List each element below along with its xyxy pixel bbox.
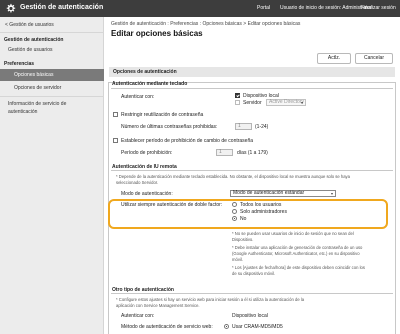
web-service-auth-method-label: Método de autenticación de servicio web: <box>121 324 213 330</box>
two-factor-no-radio[interactable] <box>232 216 237 221</box>
portal-link[interactable]: Portal <box>257 5 270 11</box>
recent-passwords-range: (1-24) <box>255 124 269 130</box>
two-factor-note-2: Dispositivo. <box>232 237 254 242</box>
logout-link[interactable]: Finalizar sesión <box>361 5 396 11</box>
sidebar-item-user-management[interactable]: Gestión de usuarios <box>8 47 52 53</box>
server-label: Servidor <box>243 100 262 106</box>
divider <box>111 88 393 89</box>
local-device-checkbox[interactable] <box>235 93 240 98</box>
chevron-down-icon <box>301 102 303 104</box>
app-title: Gestión de autenticación <box>20 4 104 11</box>
login-user-label: Usuario de inicio de sesión: Administrat… <box>280 5 372 11</box>
keyboard-auth-heading: Autenticación mediante teclado <box>112 81 188 87</box>
divider <box>111 170 393 171</box>
sidebar-item-basic-options[interactable]: Opciones básicas <box>0 69 104 81</box>
two-factor-note-6: * Los [Ajustes de fecha/hora] de este di… <box>232 265 365 270</box>
cram-md5-label: Usar CRAM-MD5/MD5 <box>232 324 283 330</box>
two-factor-note-3: * Debe instalar una aplicación de genera… <box>232 245 363 250</box>
sidebar-item-server-options[interactable]: Opciones de servidor <box>14 85 61 91</box>
chevron-down-icon <box>331 193 333 195</box>
two-factor-no-label: No <box>240 216 247 222</box>
sidebar: < Gestión de usuarios Gestión de autenti… <box>0 17 104 334</box>
page-title: Editar opciones básicas <box>111 29 203 38</box>
breadcrumb: Gestión de autenticación : Preferencias … <box>111 21 301 27</box>
keyboard-auth-with-label: Autenticar con: <box>121 94 155 100</box>
cram-md5-radio[interactable] <box>224 324 229 329</box>
top-bar: Gestión de autenticación Portal Usuario … <box>0 0 400 17</box>
two-factor-note-1: * No se pueden usar usuarios de inicio d… <box>232 231 354 236</box>
prohibit-period-range: días (1 a 179) <box>237 150 268 156</box>
server-type-value: Active Directory <box>269 99 305 105</box>
sidebar-divider <box>0 96 104 97</box>
two-factor-all-users-radio[interactable] <box>232 202 237 207</box>
auth-options-heading: Opciones de autenticación <box>109 67 395 77</box>
recent-passwords-input[interactable]: 1 <box>235 123 252 130</box>
auth-mode-value: Modo de autenticación estándar <box>233 190 305 196</box>
auth-mode-select[interactable]: Modo de autenticación estándar <box>230 190 336 197</box>
back-to-user-management-link[interactable]: < Gestión de usuarios <box>5 22 54 28</box>
sidebar-section-preferences: Preferencias <box>4 61 35 67</box>
auth-mode-label: Modo de autenticación: <box>121 191 173 197</box>
sidebar-item-auth-service-info-line2: autenticación <box>8 109 38 115</box>
divider <box>111 293 393 294</box>
other-auth-note-1: * Configure estos ajustes si hay un serv… <box>116 297 305 302</box>
two-factor-admins-only-label: Solo administradores <box>240 209 287 215</box>
two-factor-note-4: (Google Authenticator, Microsoft Authent… <box>232 251 360 256</box>
sidebar-divider <box>0 32 104 33</box>
remote-ui-note-2: seleccionado Servidor. <box>116 180 159 185</box>
two-factor-note-7: de su dispositivo móvil. <box>232 271 276 276</box>
server-type-select[interactable]: Active Directory <box>266 99 306 106</box>
remote-ui-note-1: * Depende de la autenticación mediante t… <box>116 174 350 179</box>
two-factor-all-users-label: Todos los usuarios <box>240 202 282 208</box>
restrict-reuse-checkbox[interactable] <box>113 112 118 117</box>
two-factor-label: Utilizar siempre autenticación de doble … <box>121 202 223 208</box>
sidebar-item-basic-options-label: Opciones básicas <box>14 72 54 78</box>
prohibit-period-label: Establecer período de prohibición de cam… <box>121 138 254 144</box>
prohibit-period-input[interactable]: 1 <box>216 149 233 156</box>
recent-passwords-label: Número de últimas contraseñas prohibidas… <box>121 124 218 130</box>
cancel-button[interactable]: Cancelar <box>355 53 393 64</box>
other-auth-with-label: Autenticar con: <box>121 313 155 319</box>
prohibit-period-days-label: Período de prohibición: <box>121 150 173 156</box>
gear-icon <box>6 3 16 13</box>
other-auth-note-2: aplicación con Service Management Servic… <box>116 303 200 308</box>
server-checkbox[interactable] <box>235 100 240 105</box>
sidebar-item-auth-service-info-line1: Información de servicio de <box>8 101 67 107</box>
update-button[interactable]: Actlz. <box>317 53 351 64</box>
restrict-reuse-label: Restringir reutilización de contraseña <box>121 112 204 118</box>
sidebar-section-auth-management: Gestión de autenticación <box>4 37 64 43</box>
two-factor-note-5: móvil. <box>232 257 243 262</box>
other-auth-with-value: Dispositivo local <box>232 313 268 319</box>
two-factor-admins-only-radio[interactable] <box>232 209 237 214</box>
prohibit-period-checkbox[interactable] <box>113 138 118 143</box>
